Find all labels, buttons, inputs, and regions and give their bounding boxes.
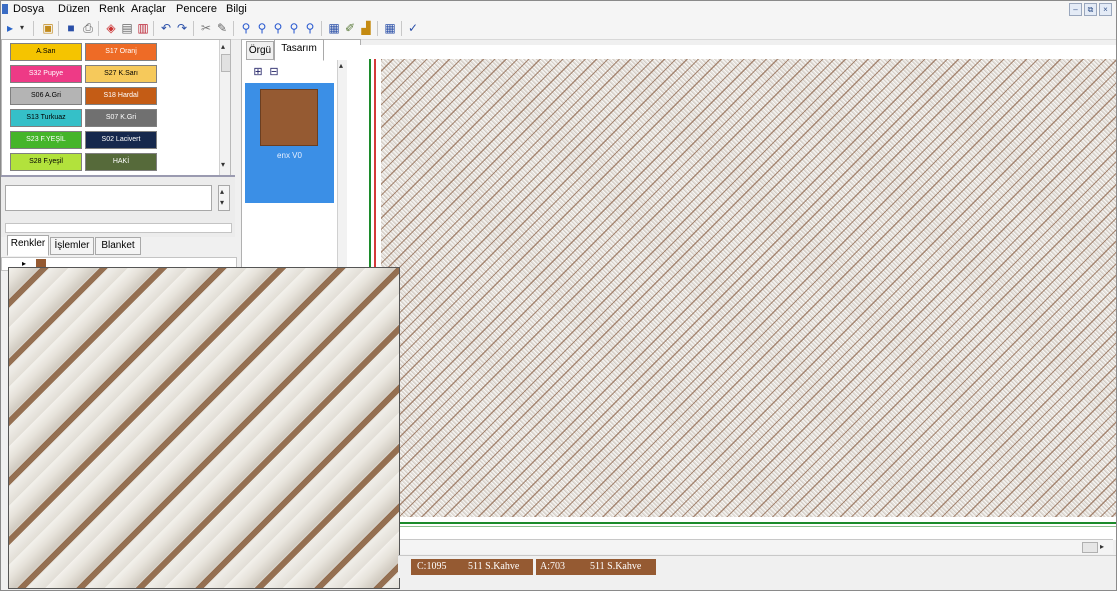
toolbar-separator bbox=[233, 21, 234, 36]
chart-icon[interactable]: ▟ bbox=[359, 21, 373, 35]
color-swatch[interactable]: S23 F.YEŞİL bbox=[10, 131, 82, 149]
spin-control[interactable]: ▴ ▾ bbox=[218, 185, 230, 211]
menu-araclar[interactable]: Araçlar bbox=[131, 3, 166, 15]
grid-icon[interactable]: ▦ bbox=[383, 21, 397, 35]
zoomed-weave-preview bbox=[8, 267, 400, 589]
status-count: A:703 bbox=[540, 561, 565, 572]
tool-icon[interactable]: ✂ bbox=[199, 21, 213, 35]
green-guide-line-bottom-2 bbox=[381, 526, 1116, 527]
toolbar-separator bbox=[401, 21, 402, 36]
close-button[interactable]: × bbox=[1099, 3, 1112, 16]
app-icon[interactable] bbox=[2, 4, 8, 14]
cut-icon[interactable]: ▥ bbox=[136, 21, 150, 35]
scroll-up-icon[interactable]: ▴ bbox=[221, 42, 225, 52]
color-swatch[interactable]: S17 Oranj bbox=[85, 43, 157, 61]
open-icon[interactable]: ▣ bbox=[41, 21, 55, 35]
spin-down-icon[interactable]: ▾ bbox=[220, 198, 224, 208]
design-panel: Örgü Tasarım ⊞ ⊟ enx V0 ▴ bbox=[241, 39, 361, 276]
page-icon[interactable]: ▦ bbox=[327, 21, 341, 35]
pattern-thumbnail bbox=[260, 89, 318, 146]
color-swatch[interactable]: HAKİ bbox=[85, 153, 157, 171]
status-color-name: 511 S.Kahve bbox=[590, 561, 642, 572]
minimize-button[interactable]: – bbox=[1069, 3, 1082, 16]
pattern-item[interactable]: enx V0 bbox=[245, 83, 334, 203]
toolbar-separator bbox=[58, 21, 59, 36]
toolbar-separator bbox=[193, 21, 194, 36]
color-swatch[interactable]: A.Sarı bbox=[10, 43, 82, 61]
color-swatch[interactable]: S18 Hardal bbox=[85, 87, 157, 105]
scroll-thumb[interactable] bbox=[221, 54, 231, 72]
menu-dosya[interactable]: Dosya bbox=[13, 3, 44, 15]
status-count: C:1095 bbox=[417, 561, 447, 572]
toolbar-separator bbox=[377, 21, 378, 36]
redo-icon[interactable]: ↷ bbox=[175, 21, 189, 35]
left-middle-panel: ▴ ▾ bbox=[1, 175, 235, 237]
scroll-right-icon[interactable]: ▸ bbox=[1100, 542, 1104, 552]
menu-pencere[interactable]: Pencere bbox=[176, 3, 217, 15]
color-swatch[interactable]: S32 Pupye bbox=[10, 65, 82, 83]
color-swatch[interactable]: S06 A.Gri bbox=[10, 87, 82, 105]
weave-canvas-area bbox=[359, 45, 1116, 540]
toolbar-separator bbox=[321, 21, 322, 36]
paste-icon[interactable]: ▤ bbox=[120, 21, 134, 35]
save-icon[interactable]: ■ bbox=[64, 21, 78, 35]
toolbar: ▸ ▾ ▣ ■ ⎙ ◈ ▤ ▥ ↶ ↷ ✂ ✎ ⚲ ⚲ ⚲ ⚲ ⚲ ▦ ✐ ▟ … bbox=[1, 18, 1116, 40]
scroll-up-icon[interactable]: ▴ bbox=[339, 61, 343, 71]
horizontal-strip bbox=[5, 223, 232, 233]
color-swatch[interactable]: S28 F.yeşil bbox=[10, 153, 82, 171]
color-swatch[interactable]: S07 K.Gri bbox=[85, 109, 157, 127]
pattern-item-label: enx V0 bbox=[277, 151, 302, 160]
tab-islemler[interactable]: İşlemler bbox=[50, 237, 94, 255]
status-cell-active-color: A:703 511 S.Kahve bbox=[536, 559, 656, 575]
restore-button[interactable]: ⧉ bbox=[1084, 3, 1097, 16]
menu-renk[interactable]: Renk bbox=[99, 3, 125, 15]
menu-bar: Dosya Düzen Renk Araçlar Pencere Bilgi –… bbox=[1, 1, 1116, 18]
scroll-thumb[interactable] bbox=[1082, 542, 1098, 553]
weave-design-canvas[interactable] bbox=[381, 59, 1116, 517]
spin-up-icon[interactable]: ▴ bbox=[220, 187, 224, 197]
design-panel-scrollbar[interactable]: ▴ bbox=[337, 60, 347, 273]
edit-icon[interactable]: ✐ bbox=[343, 21, 357, 35]
toolbar-separator bbox=[153, 21, 154, 36]
zoom-2-icon[interactable]: ⚲ bbox=[303, 21, 317, 35]
color-picker-icon[interactable]: ✎ bbox=[215, 21, 229, 35]
toolbar-separator bbox=[33, 21, 34, 36]
canvas-horizontal-scrollbar[interactable]: ▸ bbox=[398, 539, 1113, 554]
toolbar-separator bbox=[98, 21, 99, 36]
spellcheck-icon[interactable]: ✓ bbox=[406, 21, 420, 35]
zoom-1-icon[interactable]: ⚲ bbox=[287, 21, 301, 35]
tab-blanket[interactable]: Blanket bbox=[95, 237, 141, 255]
copy-icon[interactable]: ◈ bbox=[104, 21, 118, 35]
undo-icon[interactable]: ↶ bbox=[159, 21, 173, 35]
print-icon[interactable]: ⎙ bbox=[81, 21, 95, 35]
green-guide-line-bottom bbox=[381, 522, 1116, 524]
status-bar: C:1095 511 S.Kahve A:703 511 S.Kahve bbox=[398, 555, 1116, 578]
menu-bilgi[interactable]: Bilgi bbox=[226, 3, 247, 15]
color-palette: A.Sarı S17 Oranj S32 Pupye S27 K.Sarı S06 A.… bbox=[1, 39, 231, 177]
menu-duzen[interactable]: Düzen bbox=[58, 3, 90, 15]
palette-scrollbar[interactable]: ▴ ▾ bbox=[219, 40, 231, 175]
tab-orgu[interactable]: Örgü bbox=[246, 41, 274, 60]
status-color-name: 511 S.Kahve bbox=[468, 561, 520, 572]
add-pattern-icon[interactable]: ⊞ bbox=[252, 66, 264, 78]
zoom-fit-icon[interactable]: ⚲ bbox=[271, 21, 285, 35]
lower-tab-bar: Renkler İşlemler Blanket bbox=[1, 235, 235, 257]
status-cell-color-count: C:1095 511 S.Kahve bbox=[411, 559, 533, 575]
tab-tasarim[interactable]: Tasarım bbox=[274, 39, 324, 61]
app-window: Dosya Düzen Renk Araçlar Pencere Bilgi –… bbox=[0, 0, 1117, 591]
scroll-down-icon[interactable]: ▾ bbox=[221, 160, 225, 170]
color-swatch[interactable]: S02 Lacivert bbox=[85, 131, 157, 149]
zoom-in-icon[interactable]: ⚲ bbox=[239, 21, 253, 35]
color-swatch[interactable]: S27 K.Sarı bbox=[85, 65, 157, 83]
dropdown-icon[interactable]: ▾ bbox=[15, 21, 29, 35]
zoom-out-icon[interactable]: ⚲ bbox=[255, 21, 269, 35]
info-textbox[interactable] bbox=[5, 185, 212, 211]
tab-renkler[interactable]: Renkler bbox=[7, 235, 49, 256]
remove-pattern-icon[interactable]: ⊟ bbox=[268, 66, 280, 78]
color-swatch[interactable]: S13 Turkuaz bbox=[10, 109, 82, 127]
